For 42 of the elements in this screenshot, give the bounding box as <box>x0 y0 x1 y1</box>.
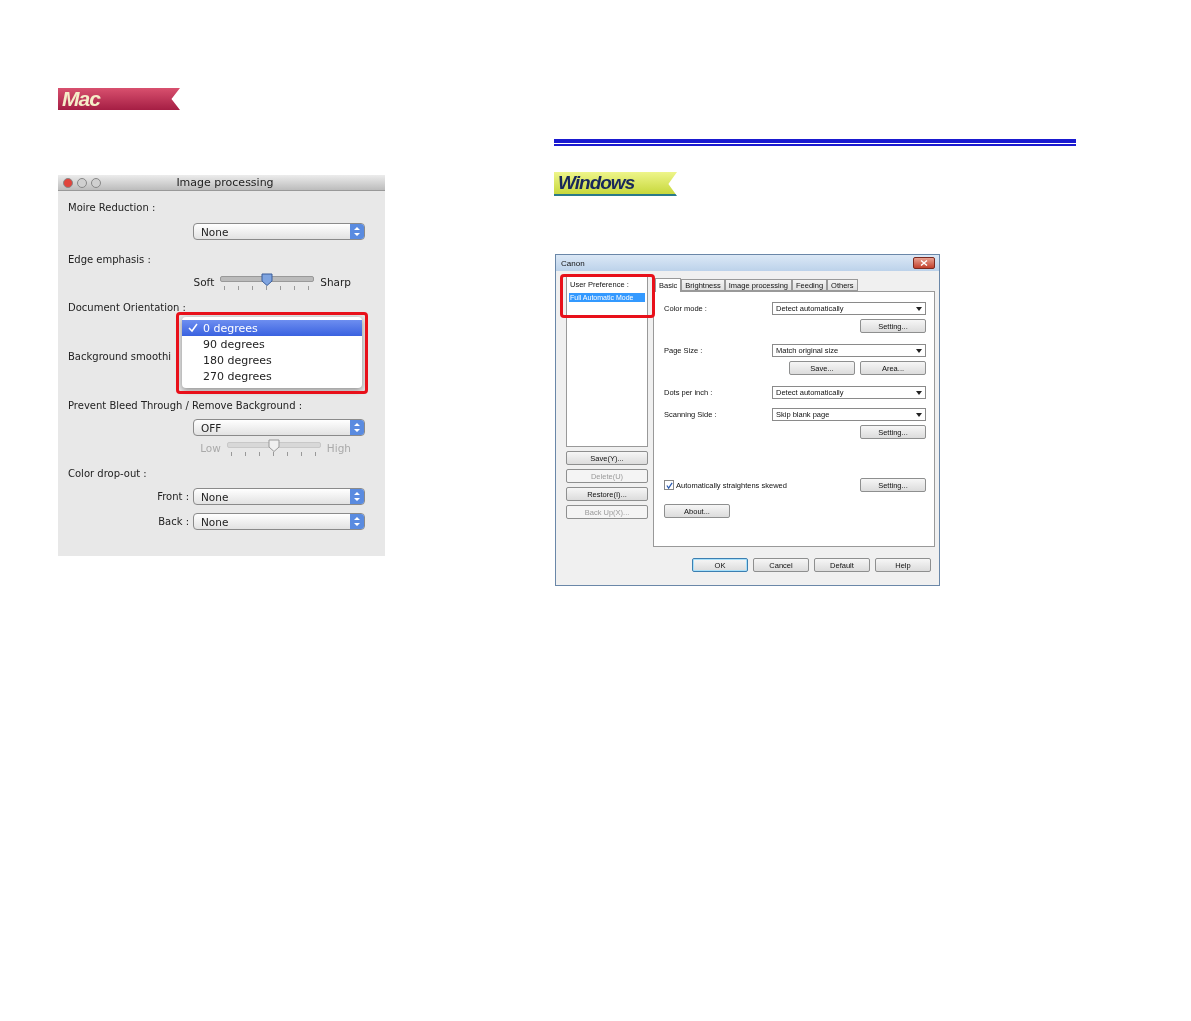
menu-item[interactable]: 180 degrees <box>182 352 362 368</box>
slider-track[interactable] <box>226 439 321 457</box>
minimize-icon[interactable] <box>77 177 87 188</box>
close-button[interactable] <box>913 257 935 269</box>
slider-track[interactable] <box>220 273 315 291</box>
mac-banner: Mac <box>58 88 180 110</box>
stepper-icon <box>350 420 364 435</box>
field-label: Background smoothi <box>68 350 172 364</box>
close-icon[interactable] <box>63 177 73 188</box>
menu-item[interactable]: 0 degrees <box>182 320 362 336</box>
stepper-icon <box>350 224 364 239</box>
slider-max-label: Sharp <box>320 276 351 288</box>
field-label: Moire Reduction : <box>68 201 156 215</box>
check-icon <box>665 481 673 489</box>
slider-min-label: Soft <box>193 276 215 288</box>
popup-select[interactable]: None <box>193 223 365 240</box>
menu-item[interactable]: 270 degrees <box>182 368 362 384</box>
window-title: Canon <box>561 258 585 268</box>
slider-max-label: High <box>326 442 351 454</box>
stepper-icon <box>350 514 364 529</box>
checkbox[interactable] <box>664 480 674 490</box>
dropdown-arrow-icon <box>916 412 922 417</box>
check-icon <box>188 323 198 333</box>
slider-thumb[interactable] <box>261 273 274 286</box>
dropdown-arrow-icon <box>916 348 922 353</box>
popup-select[interactable]: None <box>193 513 365 530</box>
zoom-icon[interactable] <box>91 177 101 188</box>
field-label: Back : <box>158 516 189 527</box>
close-icon <box>920 260 928 266</box>
field-label: Edge emphasis : <box>68 253 151 267</box>
field-label: Document Orientation : <box>68 301 186 315</box>
stepper-icon <box>350 489 364 504</box>
popup-select[interactable]: None <box>193 488 365 505</box>
slider-min-label: Low <box>200 442 221 454</box>
window-title: Image processing <box>175 176 275 189</box>
field-label: Color drop-out : <box>68 467 147 481</box>
dropdown-arrow-icon <box>916 306 922 311</box>
field-label: Front : <box>157 491 189 502</box>
menu-item[interactable]: 90 degrees <box>182 336 362 352</box>
windows-banner: Windows <box>554 172 677 196</box>
field-label: Prevent Bleed Through / Remove Background : <box>68 399 303 413</box>
dropdown-arrow-icon <box>916 390 922 395</box>
